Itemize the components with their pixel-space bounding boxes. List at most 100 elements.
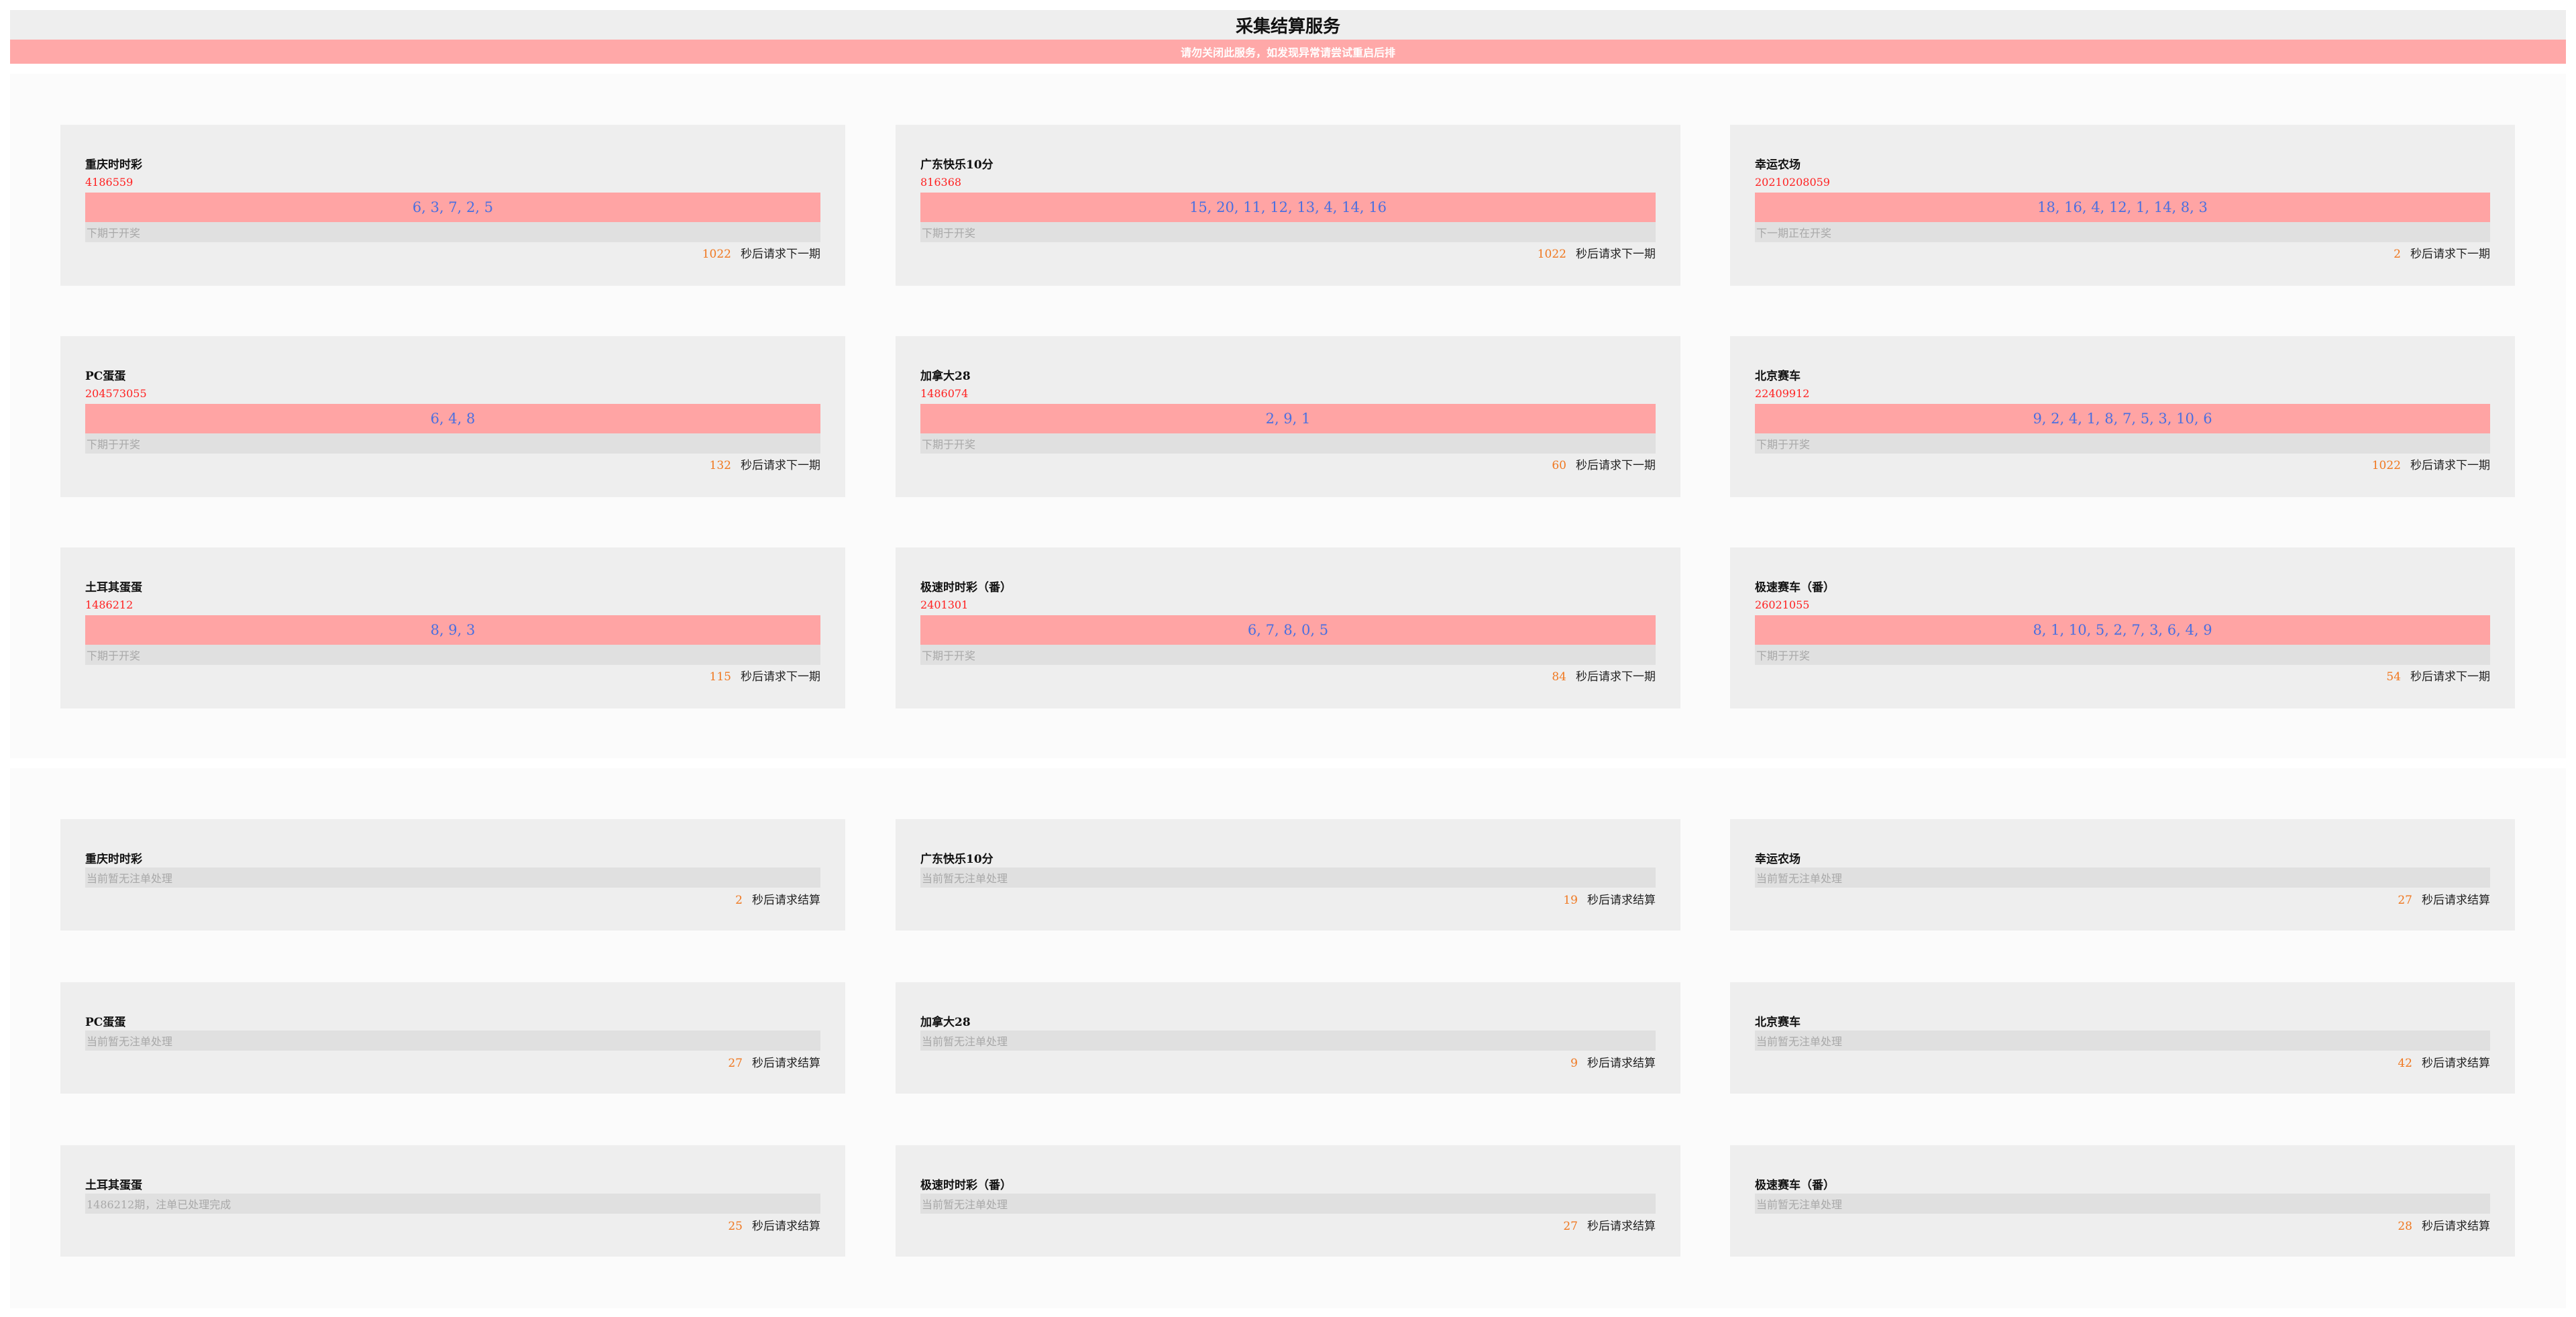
- countdown-seconds: 27: [728, 1057, 743, 1070]
- lottery-name: 北京赛车: [1755, 370, 1801, 383]
- settle-status: 当前暂无注单处理: [1755, 867, 2490, 888]
- countdown-seconds: 9: [1570, 1057, 1578, 1070]
- draw-card: 加拿大28 1486074 2, 9, 1 下期于开奖 60 秒后请求下一期: [896, 336, 1680, 497]
- settle-card: 广东快乐10分 当前暂无注单处理 19 秒后请求结算: [896, 819, 1680, 931]
- issue-number: 4186559: [85, 176, 133, 189]
- countdown-seconds: 132: [709, 459, 731, 472]
- settle-status: 当前暂无注单处理: [1755, 1194, 2490, 1214]
- draw-result-numbers: 9, 2, 4, 1, 8, 7, 5, 3, 10, 6: [1755, 404, 2490, 433]
- warning-banner: 请勿关闭此服务，如发现异常请尝试重启后排: [10, 40, 2566, 64]
- next-draw-countdown: 54 秒后请求下一期: [2386, 667, 2490, 684]
- countdown-label: 秒后请求结算: [1587, 1057, 1656, 1070]
- draw-card: 极速时时彩（番） 2401301 6, 7, 8, 0, 5 下期于开奖 84 秒后请求下…: [896, 547, 1680, 708]
- issue-number: 816368: [920, 176, 962, 189]
- issue-number: 22409912: [1755, 387, 1810, 400]
- next-draw-countdown: 84 秒后请求下一期: [1552, 667, 1656, 684]
- countdown-label: 秒后请求结算: [2422, 1057, 2490, 1070]
- settle-countdown: 42 秒后请求结算: [2398, 1053, 2490, 1070]
- countdown-label: 秒后请求下一期: [1576, 670, 1656, 684]
- lottery-name: 重庆时时彩: [85, 853, 142, 866]
- draw-result-numbers: 6, 3, 7, 2, 5: [85, 193, 820, 222]
- lottery-name: 广东快乐10分: [920, 853, 994, 866]
- countdown-seconds: 54: [2386, 670, 2401, 684]
- draw-result-numbers: 15, 20, 11, 12, 13, 4, 14, 16: [920, 193, 1656, 222]
- draw-card: 广东快乐10分 816368 15, 20, 11, 12, 13, 4, 14, …: [896, 125, 1680, 286]
- draw-result-numbers: 8, 9, 3: [85, 615, 820, 645]
- countdown-label: 秒后请求下一期: [741, 248, 820, 261]
- countdown-seconds: 28: [2398, 1220, 2412, 1233]
- draw-status: 下期于开奖: [920, 433, 1656, 454]
- lottery-name: PC蛋蛋: [85, 370, 126, 383]
- countdown-label: 秒后请求下一期: [2410, 459, 2490, 472]
- next-draw-countdown: 60 秒后请求下一期: [1552, 456, 1656, 472]
- countdown-label: 秒后请求结算: [752, 894, 820, 907]
- draw-status: 下期于开奖: [920, 645, 1656, 665]
- lottery-name: 土耳其蛋蛋: [85, 581, 142, 594]
- draw-status: 下期于开奖: [1755, 645, 2490, 665]
- countdown-seconds: 42: [2398, 1057, 2412, 1070]
- countdown-seconds: 84: [1552, 670, 1566, 684]
- draw-result-numbers: 6, 7, 8, 0, 5: [920, 615, 1656, 645]
- settle-card: 重庆时时彩 当前暂无注单处理 2 秒后请求结算: [60, 819, 845, 931]
- settle-status: 当前暂无注单处理: [920, 1031, 1656, 1051]
- lottery-name: 极速时时彩（番）: [920, 1179, 1012, 1192]
- settle-countdown: 27 秒后请求结算: [728, 1053, 820, 1070]
- settle-countdown: 27 秒后请求结算: [2398, 890, 2490, 907]
- issue-number: 2401301: [920, 598, 969, 611]
- next-draw-countdown: 2 秒后请求下一期: [2394, 244, 2490, 261]
- next-draw-countdown: 1022 秒后请求下一期: [1538, 244, 1656, 261]
- draw-status: 下一期正在开奖: [1755, 222, 2490, 242]
- settle-card: 极速时时彩（番） 当前暂无注单处理 27 秒后请求结算: [896, 1145, 1680, 1257]
- countdown-label: 秒后请求下一期: [2410, 670, 2490, 684]
- settle-status: 当前暂无注单处理: [1755, 1031, 2490, 1051]
- settle-status: 当前暂无注单处理: [85, 867, 820, 888]
- settle-countdown: 28 秒后请求结算: [2398, 1216, 2490, 1233]
- settle-countdown: 27 秒后请求结算: [1563, 1216, 1656, 1233]
- countdown-seconds: 27: [2398, 894, 2412, 907]
- draw-status: 下期于开奖: [1755, 433, 2490, 454]
- issue-number: 26021055: [1755, 598, 1810, 611]
- settle-status: 1486212期，注单已处理完成: [85, 1194, 820, 1214]
- countdown-seconds: 27: [1563, 1220, 1578, 1233]
- lottery-name: 广东快乐10分: [920, 158, 994, 172]
- page-title: 采集结算服务: [10, 10, 2566, 40]
- lottery-name: 幸运农场: [1755, 158, 1801, 172]
- countdown-seconds: 1022: [2371, 459, 2401, 472]
- settle-card: 北京赛车 当前暂无注单处理 42 秒后请求结算: [1730, 982, 2515, 1094]
- settle-card: 加拿大28 当前暂无注单处理 9 秒后请求结算: [896, 982, 1680, 1094]
- draw-status: 下期于开奖: [85, 645, 820, 665]
- draw-card: 北京赛车 22409912 9, 2, 4, 1, 8, 7, 5, 3, 10, …: [1730, 336, 2515, 497]
- settle-card: 极速赛车（番） 当前暂无注单处理 28 秒后请求结算: [1730, 1145, 2515, 1257]
- draw-section: 重庆时时彩 4186559 6, 3, 7, 2, 5 下期于开奖 1022 秒后请求下一…: [10, 74, 2566, 758]
- countdown-label: 秒后请求下一期: [1576, 248, 1656, 261]
- countdown-label: 秒后请求下一期: [741, 670, 820, 684]
- lottery-name: 极速赛车（番）: [1755, 581, 1835, 594]
- issue-number: 1486212: [85, 598, 133, 611]
- draw-card: 幸运农场 20210208059 18, 16, 4, 12, 1, 14, 8, …: [1730, 125, 2515, 286]
- lottery-name: 重庆时时彩: [85, 158, 142, 172]
- issue-number: 20210208059: [1755, 176, 1830, 189]
- draw-card: PC蛋蛋 204573055 6, 4, 8 下期于开奖 132 秒后请求下一期: [60, 336, 845, 497]
- draw-card: 重庆时时彩 4186559 6, 3, 7, 2, 5 下期于开奖 1022 秒后请求下一…: [60, 125, 845, 286]
- countdown-label: 秒后请求结算: [1587, 894, 1656, 907]
- draw-status: 下期于开奖: [920, 222, 1656, 242]
- countdown-seconds: 1022: [1537, 248, 1566, 261]
- countdown-seconds: 2: [735, 894, 743, 907]
- draw-card: 土耳其蛋蛋 1486212 8, 9, 3 下期于开奖 115 秒后请求下一期: [60, 547, 845, 708]
- draw-result-numbers: 18, 16, 4, 12, 1, 14, 8, 3: [1755, 193, 2490, 222]
- countdown-seconds: 2: [2394, 248, 2401, 261]
- countdown-label: 秒后请求结算: [2422, 1220, 2490, 1233]
- countdown-seconds: 25: [728, 1220, 743, 1233]
- countdown-seconds: 1022: [702, 248, 731, 261]
- lottery-name: 加拿大28: [920, 370, 971, 383]
- countdown-label: 秒后请求结算: [752, 1220, 820, 1233]
- countdown-label: 秒后请求下一期: [2410, 248, 2490, 261]
- countdown-label: 秒后请求结算: [1587, 1220, 1656, 1233]
- settle-countdown: 9 秒后请求结算: [1570, 1053, 1656, 1070]
- settle-section: 重庆时时彩 当前暂无注单处理 2 秒后请求结算 广东快乐10分 当前暂无注单处理 19 秒后请…: [10, 768, 2566, 1308]
- settle-countdown: 19 秒后请求结算: [1563, 890, 1656, 907]
- countdown-seconds: 60: [1552, 459, 1566, 472]
- next-draw-countdown: 1022 秒后请求下一期: [702, 244, 820, 261]
- lottery-name: 加拿大28: [920, 1016, 971, 1029]
- settle-card: 幸运农场 当前暂无注单处理 27 秒后请求结算: [1730, 819, 2515, 931]
